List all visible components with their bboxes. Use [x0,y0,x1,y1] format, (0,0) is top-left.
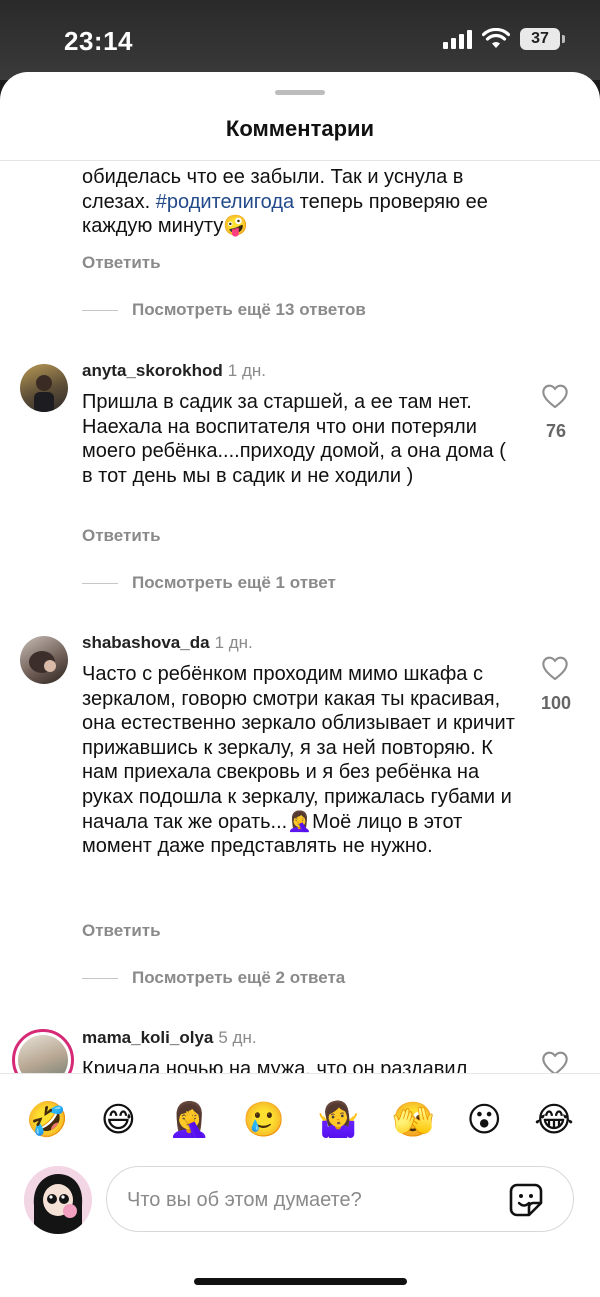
reply-button[interactable]: Ответить [82,253,161,273]
username[interactable]: mama_koli_olya 5 дн. [82,1028,257,1048]
emoji-button[interactable]: 🤷‍♀️ [317,1100,359,1140]
comment-input[interactable] [127,1181,487,1219]
avatar-image [29,651,56,673]
comment-input-wrapper[interactable] [106,1166,574,1232]
username[interactable]: shabashova_da 1 дн. [82,633,253,653]
like-button[interactable] [540,383,570,414]
status-icons: 37 [443,28,565,50]
like-count: 76 [545,421,567,441]
divider-line [82,309,118,311]
view-more-replies[interactable]: Посмотреть ещё 13 ответов [82,300,366,320]
comments-sheet: Комментарии обиделась что ее забыли. Так… [0,72,600,1297]
like-count: 100 [540,693,572,713]
sheet-grabber[interactable] [275,90,325,95]
sticker-icon[interactable] [507,1181,545,1219]
heart-icon[interactable] [541,383,569,409]
emoji-button[interactable]: 😮 [466,1100,501,1140]
sheet-title: Комментарии [225,116,375,141]
comment-text: Часто с ребёнком проходим мимо шкафа с з… [82,663,515,858]
emoji-bar: 🤣 😅 🤦‍♀️ 🥲 🤷‍♀️ 🫣 😮 😂 [0,1092,600,1148]
comment-composer [0,1162,600,1238]
divider-line [82,977,118,979]
home-indicator[interactable] [194,1278,407,1285]
emoji-button[interactable]: 🥲 [243,1100,285,1140]
emoji-button[interactable]: 😅 [101,1100,136,1140]
signal-icon [443,29,472,49]
username[interactable]: anyta_skorokhod 1 дн. [82,361,266,381]
current-user-avatar[interactable] [24,1166,92,1234]
emoji-button[interactable]: 😂 [534,1100,574,1140]
avatar-image [34,375,54,412]
comment-age: 1 дн. [227,361,266,380]
emoji-button[interactable]: 🤣 [26,1100,68,1140]
comment-text: Кричала ночью на мужа, что он раздавил [82,1058,468,1073]
hashtag-link[interactable]: #родителигода [156,191,294,213]
avatar[interactable] [18,1035,68,1073]
reply-button[interactable]: Ответить [82,526,161,546]
battery-icon: 37 [520,28,565,50]
reply-button[interactable]: Ответить [82,921,161,941]
avatar-image [24,1166,92,1234]
like-button[interactable] [540,1050,570,1073]
emoji-button[interactable]: 🤦‍♀️ [168,1100,210,1140]
wifi-icon [482,28,510,48]
divider-line [82,582,118,584]
comment-age: 5 дн. [218,1028,257,1047]
emoji-button[interactable]: 🫣 [392,1100,434,1140]
status-time: 23:14 [64,26,133,56]
comment-list[interactable]: обиделась что ее забыли. Так и уснула в … [0,161,600,1073]
comment-age: 1 дн. [214,633,253,652]
like-button[interactable] [540,655,570,686]
avatar-story-ring[interactable] [12,1029,74,1073]
status-bar: 23:14 37 [0,0,600,80]
comment-text: Пришла в садик за старшей, а ее там нет.… [82,391,506,487]
avatar[interactable] [20,636,68,684]
avatar[interactable] [20,364,68,412]
composer-divider [0,1073,600,1074]
view-more-replies[interactable]: Посмотреть ещё 2 ответа [82,968,345,988]
comment-text: обиделась что ее забыли. Так и уснула в … [82,166,488,238]
heart-icon[interactable] [541,655,569,681]
view-more-replies[interactable]: Посмотреть ещё 1 ответ [82,573,336,593]
heart-icon[interactable] [541,1050,569,1073]
